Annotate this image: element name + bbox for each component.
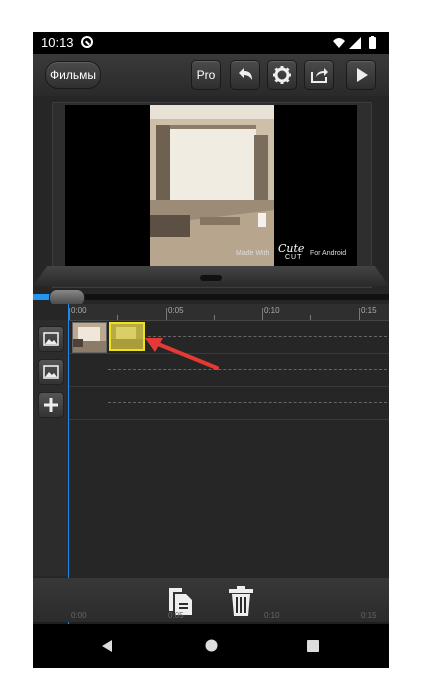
selected-timeline-clip[interactable] bbox=[109, 322, 145, 351]
mini-ruler-label: 0:05 bbox=[168, 611, 184, 620]
settings-icon bbox=[273, 66, 291, 84]
movies-button[interactable]: Фильмы bbox=[45, 61, 101, 89]
add-track-button[interactable] bbox=[38, 392, 64, 418]
playhead[interactable] bbox=[68, 304, 69, 624]
timeline-ruler: 0:00 0:05 0:10 0:15 bbox=[68, 304, 389, 321]
mini-ruler: 0:00 0:05 0:10 0:15 bbox=[68, 610, 389, 622]
play-button[interactable] bbox=[346, 60, 376, 90]
settings-button[interactable] bbox=[267, 60, 297, 90]
top-toolbar: Фильмы Pro bbox=[33, 54, 389, 96]
watermark-made-with: Made With bbox=[236, 250, 270, 257]
pro-button[interactable]: Pro bbox=[191, 60, 221, 90]
resize-handle[interactable] bbox=[200, 275, 222, 281]
undo-button[interactable] bbox=[230, 60, 260, 90]
mini-ruler-label: 0:15 bbox=[361, 611, 377, 620]
battery-icon bbox=[369, 37, 376, 49]
movies-label: Фильмы bbox=[50, 68, 96, 82]
ruler-label: 0:15 bbox=[361, 306, 377, 315]
status-bar: 10:13 bbox=[33, 32, 389, 54]
ruler-tick bbox=[262, 308, 263, 320]
watermark-for-android: For Android bbox=[310, 250, 347, 257]
image-track-button[interactable] bbox=[38, 359, 64, 385]
ruler-tick bbox=[359, 308, 360, 320]
status-time: 10:13 bbox=[41, 35, 74, 50]
play-icon bbox=[357, 68, 368, 82]
ruler-label: 0:05 bbox=[168, 306, 184, 315]
overlay-track[interactable] bbox=[68, 386, 389, 420]
ruler-tick bbox=[166, 308, 167, 320]
device-screen: 10:13 Фильмы Pro Made With Cute CUT For … bbox=[33, 32, 389, 668]
track-placeholder bbox=[108, 402, 387, 403]
mini-ruler-label: 0:00 bbox=[71, 611, 87, 620]
share-button[interactable] bbox=[304, 60, 334, 90]
ruler-tick bbox=[69, 308, 70, 320]
status-icons bbox=[333, 36, 376, 49]
add-track-icon bbox=[44, 398, 58, 412]
share-icon bbox=[311, 68, 328, 83]
data-saver-icon bbox=[81, 36, 93, 48]
image-track[interactable] bbox=[68, 353, 389, 387]
image-track-icon bbox=[43, 365, 59, 379]
mini-ruler-label: 0:10 bbox=[264, 611, 280, 620]
scrub-track[interactable] bbox=[33, 294, 389, 300]
selection-highlight bbox=[111, 324, 143, 349]
recents-icon[interactable] bbox=[307, 640, 319, 652]
home-icon[interactable] bbox=[205, 639, 218, 652]
timeline-clip[interactable] bbox=[72, 322, 107, 353]
preview-photo bbox=[150, 105, 274, 273]
navigation-bar bbox=[33, 624, 389, 668]
wifi-icon bbox=[333, 38, 345, 48]
ruler-label: 0:10 bbox=[264, 306, 280, 315]
signal-icon bbox=[349, 37, 361, 49]
back-icon[interactable] bbox=[101, 640, 113, 652]
ruler-label: 0:00 bbox=[71, 306, 87, 315]
arrow-annotation bbox=[145, 338, 219, 370]
undo-icon bbox=[239, 68, 252, 80]
image-track-button[interactable] bbox=[38, 326, 64, 352]
pro-label: Pro bbox=[196, 68, 216, 82]
watermark-cut: CUT bbox=[285, 254, 303, 261]
image-track-icon bbox=[43, 332, 59, 346]
